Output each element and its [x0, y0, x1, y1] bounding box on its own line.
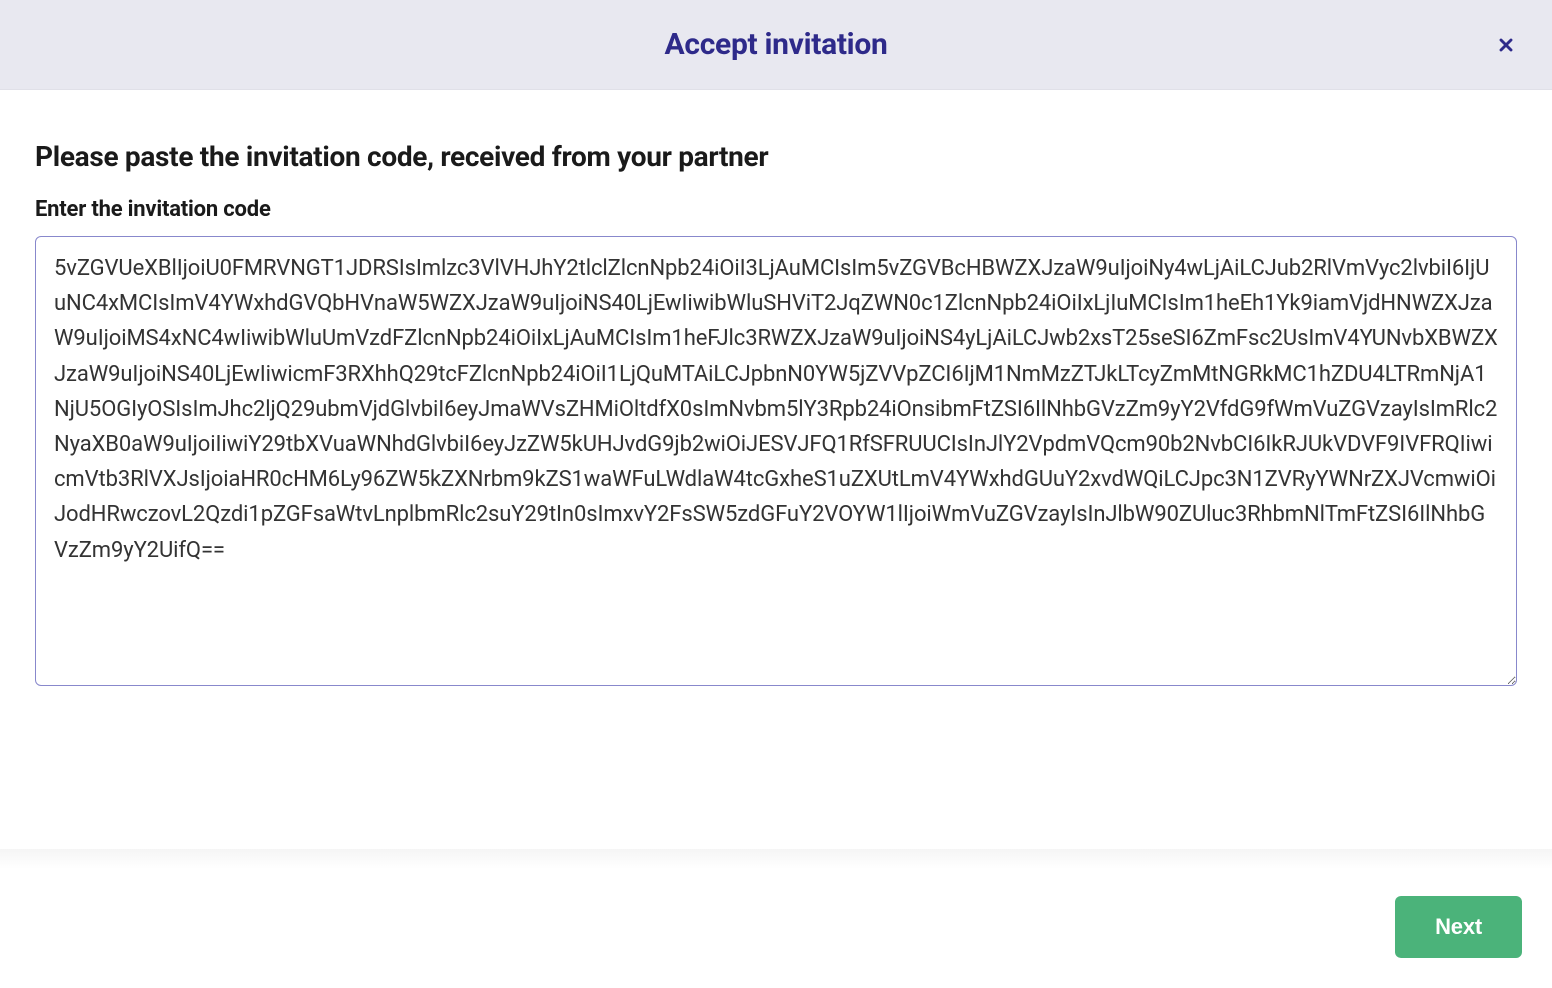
modal-body: Please paste the invitation code, receiv…	[0, 90, 1552, 868]
modal-header: Accept invitation	[0, 0, 1552, 90]
invitation-code-label: Enter the invitation code	[35, 197, 1517, 222]
close-button[interactable]	[1488, 27, 1524, 63]
close-icon	[1496, 35, 1516, 55]
invitation-code-input[interactable]	[35, 236, 1517, 686]
next-button[interactable]: Next	[1395, 896, 1522, 958]
prompt-heading: Please paste the invitation code, receiv…	[35, 140, 1517, 173]
modal-title: Accept invitation	[665, 27, 888, 62]
modal-footer: Next	[0, 868, 1552, 988]
